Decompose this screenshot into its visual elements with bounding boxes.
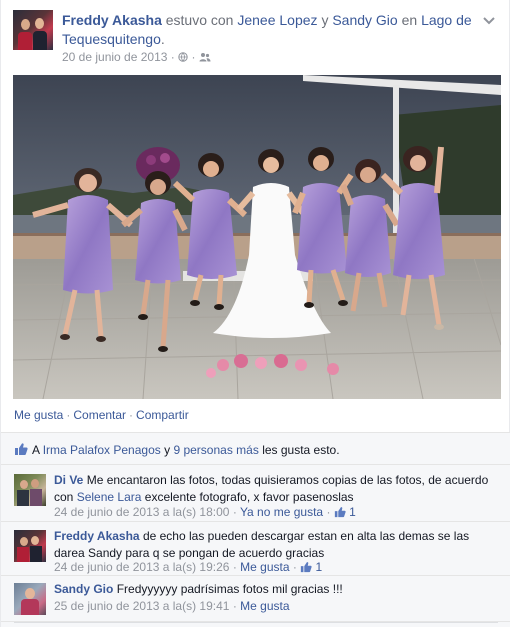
post-actions: Me gusta · Comentar · Compartir: [14, 408, 189, 422]
comment-body-2: excelente fotografo, x favor pasenoslas: [144, 490, 354, 504]
likes-conj: y: [164, 443, 171, 457]
meta-dot-2: ·: [326, 505, 331, 519]
post-header: Freddy Akasha estuvo con Jenee Lopez y S…: [13, 10, 499, 65]
period-text: .: [160, 31, 165, 47]
meta-separator: ·: [170, 50, 175, 64]
post-title: Freddy Akasha estuvo con Jenee Lopez y S…: [62, 11, 482, 49]
comment-time-link[interactable]: 25 de junio de 2013 a la(s) 19:41: [54, 599, 229, 613]
meta-dot: ·: [232, 599, 237, 613]
thumbs-up-icon: [301, 562, 312, 573]
meta-dot: ·: [232, 505, 237, 519]
comment-item: Di Ve Me encantaron las fotos, todas qui…: [1, 465, 510, 522]
commenter-avatar[interactable]: [14, 474, 46, 506]
author-name-link[interactable]: Freddy Akasha: [62, 12, 162, 28]
thumbs-up-icon: [334, 507, 346, 518]
globe-icon: [178, 52, 188, 62]
comment-text: Di Ve Me encantaron las fotos, todas qui…: [54, 472, 494, 506]
bridal-party-photo: [13, 75, 501, 399]
verb-text: estuvo con: [165, 12, 234, 28]
comment-item: Freddy Akasha de echo las pueden descarg…: [1, 522, 510, 576]
meta-dot-2: ·: [292, 560, 297, 574]
comment-meta: 24 de junio de 2013 a la(s) 18:00 · Ya n…: [54, 505, 356, 519]
commenter-name-link[interactable]: Di Ve: [54, 473, 83, 487]
commenter-avatar[interactable]: [14, 530, 46, 562]
tagged-friend-link-1[interactable]: Jenee Lopez: [237, 12, 317, 28]
comment-item: Sandy Gio Fredyyyyyy padrísimas fotos mi…: [1, 576, 510, 622]
share-link[interactable]: Compartir: [136, 408, 189, 422]
meta-dot: ·: [232, 560, 237, 574]
comments-list: Di Ve Me encantaron las fotos, todas qui…: [1, 465, 510, 627]
action-separator: ·: [66, 408, 71, 422]
comment-time-link[interactable]: 24 de junio de 2013 a la(s) 18:00: [54, 505, 229, 519]
post-meta: 20 de junio de 2013 · ·: [62, 50, 211, 64]
likes-suffix: les gusta esto.: [262, 443, 340, 457]
post-date-link[interactable]: 20 de junio de 2013: [62, 50, 167, 64]
comment-link[interactable]: Comentar: [73, 408, 126, 422]
meta-separator-2: ·: [191, 50, 196, 64]
other-likers-link[interactable]: 9 personas más: [173, 443, 258, 457]
like-link[interactable]: Me gusta: [14, 408, 63, 422]
commenter-avatar[interactable]: [14, 583, 46, 615]
feed-post: Freddy Akasha estuvo con Jenee Lopez y S…: [0, 0, 510, 627]
like-comment-link[interactable]: Me gusta: [240, 599, 289, 613]
liker-name-link[interactable]: Irma Palafox Penagos: [43, 443, 161, 457]
like-comment-link[interactable]: Me gusta: [240, 560, 289, 574]
action-separator-2: ·: [129, 408, 134, 422]
unlike-link[interactable]: Ya no me gusta: [240, 505, 323, 519]
likes-summary: A Irma Palafox Penagos y 9 personas más …: [1, 432, 510, 465]
comment-time-link[interactable]: 24 de junio de 2013 a la(s) 19:26: [54, 560, 229, 574]
friends-icon[interactable]: [199, 52, 211, 62]
comment-text: Freddy Akasha de echo las pueden descarg…: [54, 528, 494, 562]
post-photo[interactable]: [13, 75, 501, 399]
commenter-name-link[interactable]: Sandy Gio: [54, 582, 113, 596]
author-avatar[interactable]: [13, 10, 53, 50]
mention-link[interactable]: Selene Lara: [77, 490, 142, 504]
comment-text: Sandy Gio Fredyyyyyy padrísimas fotos mi…: [54, 581, 494, 598]
commenter-name-link[interactable]: Freddy Akasha: [54, 529, 140, 543]
comment-meta: 25 de junio de 2013 a la(s) 19:41 · Me g…: [54, 599, 290, 613]
likes-prefix: A: [32, 443, 40, 457]
comment-like-count[interactable]: 1: [349, 505, 356, 519]
prep-text: en: [401, 12, 418, 28]
comment-body: Fredyyyyyy padrísimas fotos mil gracias …: [116, 582, 343, 596]
conj-text: y: [321, 12, 329, 28]
comment-meta: 24 de junio de 2013 a la(s) 19:26 · Me g…: [54, 560, 322, 574]
tagged-friend-link-2[interactable]: Sandy Gio: [332, 12, 397, 28]
write-comment-box[interactable]: [14, 622, 498, 627]
comment-like-count[interactable]: 1: [316, 560, 323, 574]
chevron-down-icon[interactable]: [481, 12, 497, 28]
thumbs-up-icon: [15, 443, 28, 455]
